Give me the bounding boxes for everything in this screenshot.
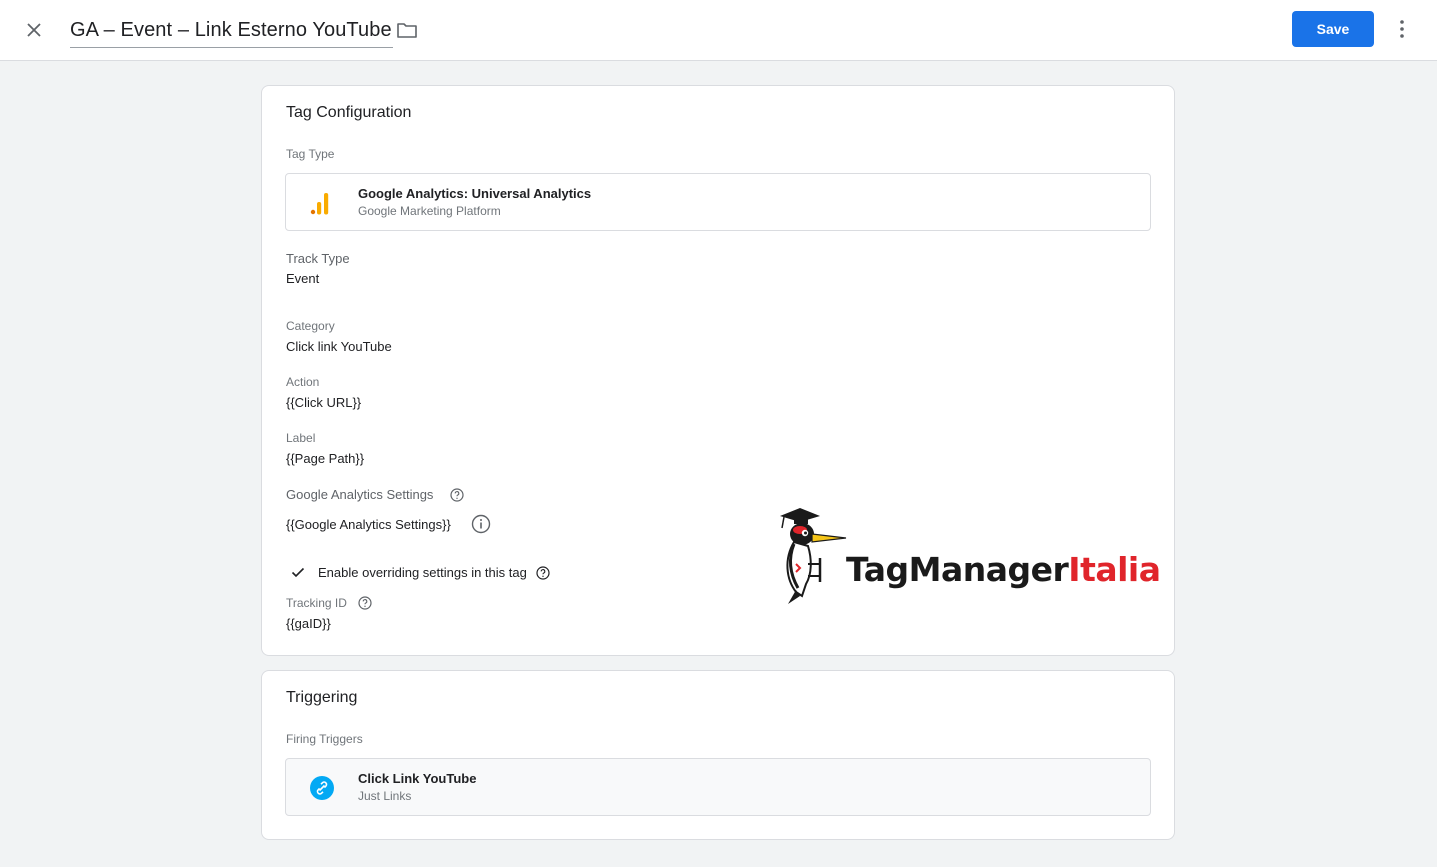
woodpecker-icon — [780, 508, 847, 604]
brand-wordmark-black: TagManager — [846, 550, 1069, 589]
tag-type-provider: Google Marketing Platform — [358, 204, 501, 218]
firing-triggers-label: Firing Triggers — [286, 732, 363, 746]
more-vert-icon[interactable] — [1390, 17, 1414, 41]
category-label: Category — [286, 319, 335, 333]
check-icon — [290, 564, 306, 580]
folder-icon[interactable] — [395, 18, 419, 42]
top-bar: GA – Event – Link Esterno YouTube Save — [0, 0, 1437, 61]
tag-name-field[interactable]: GA – Event – Link Esterno YouTube — [70, 14, 393, 48]
help-icon[interactable] — [536, 566, 550, 580]
google-analytics-icon — [306, 190, 338, 216]
track-type-label: Track Type — [286, 251, 350, 266]
trigger-tile[interactable]: Click Link YouTube Just Links — [285, 758, 1151, 816]
brand-wordmark-red: Italia — [1068, 550, 1161, 589]
tag-configuration-heading: Tag Configuration — [286, 104, 412, 121]
override-settings-label: Enable overriding settings in this tag — [318, 565, 527, 580]
save-button[interactable]: Save — [1292, 11, 1374, 47]
ga-settings-label: Google Analytics Settings — [286, 487, 434, 502]
close-icon[interactable] — [22, 18, 46, 42]
tagmanageritalia-logo: TagManagerItalia — [774, 504, 1161, 604]
triggering-card[interactable]: Triggering Firing Triggers Click Link Yo… — [261, 670, 1175, 840]
help-icon[interactable] — [450, 488, 464, 502]
tracking-id-label: Tracking ID — [286, 596, 347, 610]
tag-type-tile[interactable]: Google Analytics: Universal Analytics Go… — [285, 173, 1151, 231]
action-value: {{Click URL}} — [286, 395, 362, 410]
info-icon[interactable] — [471, 514, 491, 534]
tag-configuration-card[interactable]: Tag Configuration Tag Type Google Analyt… — [261, 85, 1175, 656]
trigger-name: Click Link YouTube — [358, 771, 477, 786]
tag-type-label: Tag Type — [286, 147, 335, 161]
label-value: {{Page Path}} — [286, 451, 365, 466]
help-icon[interactable] — [358, 596, 372, 610]
tag-name-text: GA – Event – Link Esterno YouTube — [70, 19, 392, 41]
link-icon — [309, 775, 335, 801]
tracking-id-value: {{gaID}} — [286, 616, 331, 631]
triggering-heading: Triggering — [286, 689, 358, 706]
brand-wordmark: TagManagerItalia — [846, 550, 1161, 589]
category-value: Click link YouTube — [286, 339, 392, 354]
tag-type-name: Google Analytics: Universal Analytics — [358, 186, 592, 201]
label-label: Label — [286, 431, 316, 445]
track-type-value: Event — [286, 271, 320, 286]
ga-settings-value: {{Google Analytics Settings}} — [286, 517, 451, 532]
action-label: Action — [286, 375, 320, 389]
trigger-type: Just Links — [358, 789, 412, 803]
